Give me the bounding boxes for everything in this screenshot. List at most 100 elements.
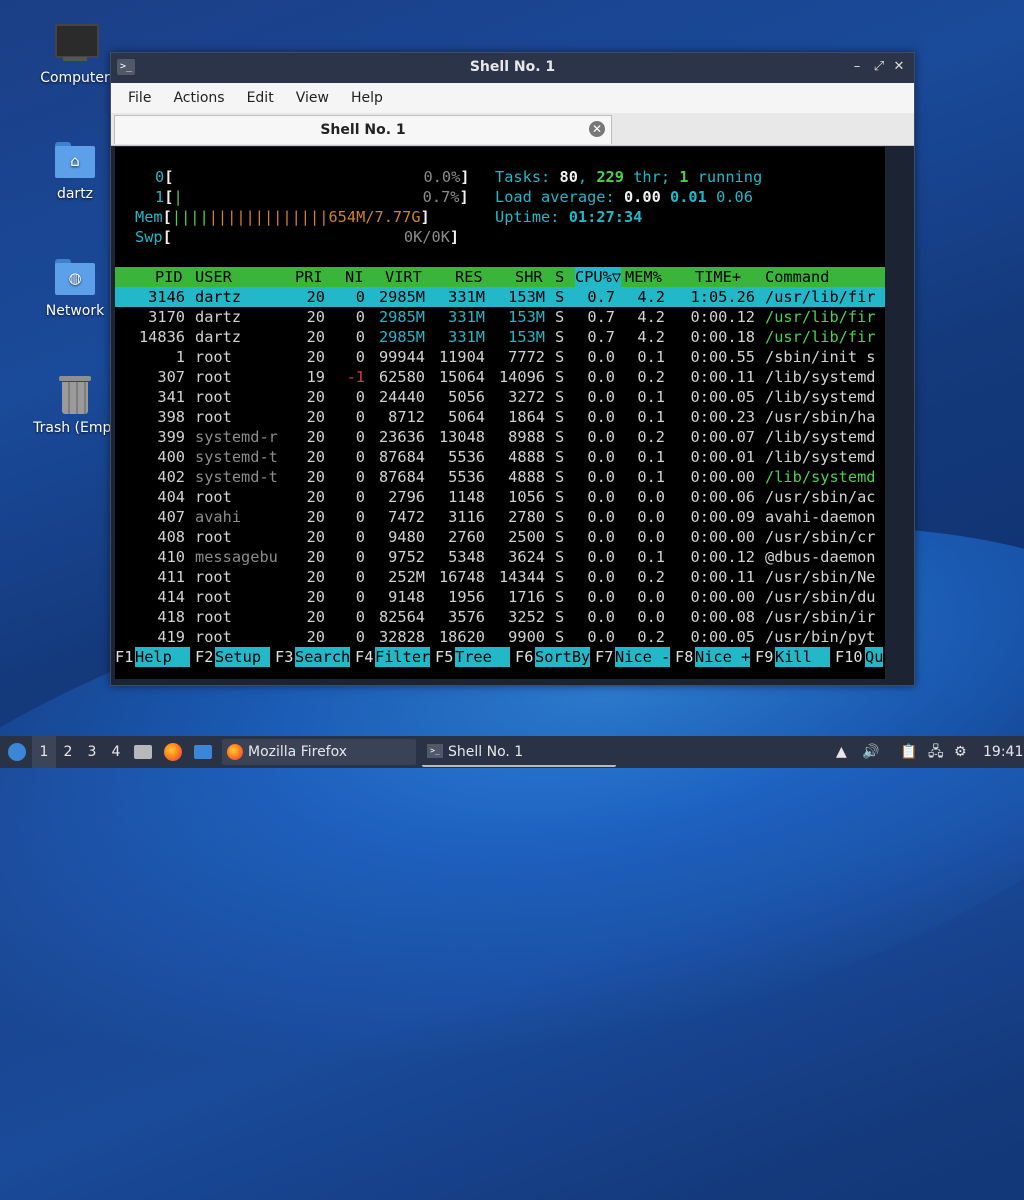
desktop-icon-trash[interactable]: Trash (Empt bbox=[30, 374, 120, 436]
process-row[interactable]: 1 root 20 0 99944 11904 7772 S 0.0 0.1 0:00.55/sbi… bbox=[115, 347, 885, 367]
process-row[interactable]: 419 root 20 0 32828 18620 9900 S 0.0 0.2 0:00.05/u… bbox=[115, 627, 885, 647]
process-row[interactable]: 418 root 20 0 82564 3576 3252 S 0.0 0.0 0:00.08/us… bbox=[115, 607, 885, 627]
swap-label: Swp bbox=[135, 228, 163, 246]
process-row[interactable]: 399 systemd-r 20 0 23636 13048 8988 S 0.0 0.2 0:00… bbox=[115, 427, 885, 447]
process-row[interactable]: 408 root 20 0 9480 2760 2500 S 0.0 0.0 0:00.00/usr… bbox=[115, 527, 885, 547]
show-desktop-launcher[interactable] bbox=[194, 736, 214, 768]
col-ni[interactable]: NI bbox=[345, 267, 363, 287]
cell-s: S bbox=[555, 488, 565, 506]
close-icon[interactable]: ✕ bbox=[891, 59, 907, 75]
cell-virt: 7472 bbox=[388, 508, 425, 526]
cell-res: 331M bbox=[448, 328, 485, 346]
cell-s: S bbox=[555, 308, 565, 326]
task-firefox[interactable]: Mozilla Firefox bbox=[222, 739, 416, 765]
desktop-icon-home-folder[interactable]: ⌂ dartz bbox=[30, 140, 120, 202]
cell-pid: 14836 bbox=[138, 328, 185, 346]
tab-close-icon[interactable]: ✕ bbox=[589, 121, 605, 137]
fkey-label[interactable]: Help bbox=[135, 647, 191, 667]
fkey-label[interactable]: Nice - bbox=[615, 647, 671, 667]
fkey-f2[interactable]: F2 bbox=[195, 647, 213, 667]
cell-cmd: /sbin/init s bbox=[765, 348, 876, 366]
process-row[interactable]: 402 systemd-t 20 0 87684 5536 4888 S 0.0 0.1 0:00.… bbox=[115, 467, 885, 487]
maximize-icon[interactable]: ⤢ bbox=[871, 59, 887, 75]
cell-cpu: 0.0 bbox=[587, 388, 615, 406]
process-row[interactable]: 407 avahi 20 0 7472 3116 2780 S 0.0 0.0 0:00.09 ava… bbox=[115, 507, 885, 527]
menu-view[interactable]: View bbox=[285, 90, 340, 106]
fkey-label[interactable]: Qu bbox=[865, 647, 884, 667]
process-row[interactable]: 14836 dartz 20 0 2985M 331M 153M S 0.7 4.2 0:00.18… bbox=[115, 327, 885, 347]
terminal-area[interactable]: 0[0.0%] 1[| 0.7%] Mem[|||||||||||||||||65… bbox=[115, 147, 885, 679]
clipboard-icon[interactable]: 📋 bbox=[900, 736, 920, 768]
fkey-f5[interactable]: F5 bbox=[435, 647, 453, 667]
cell-virt: 82564 bbox=[378, 608, 425, 626]
cell-virt: 24440 bbox=[378, 388, 425, 406]
workspace-3[interactable]: 3 bbox=[80, 736, 104, 768]
desktop-icon-network[interactable]: ◍ Network bbox=[30, 257, 120, 319]
fkey-label[interactable]: Kill bbox=[775, 647, 831, 667]
tab-shell-1[interactable]: Shell No. 1 ✕ bbox=[114, 115, 612, 144]
menu-help[interactable]: Help bbox=[340, 90, 394, 106]
firefox-launcher[interactable] bbox=[164, 736, 184, 768]
fkey-f8[interactable]: F8 bbox=[675, 647, 693, 667]
workspace-2[interactable]: 2 bbox=[56, 736, 80, 768]
process-row[interactable]: 400 systemd-t 20 0 87684 5536 4888 S 0.0 0.1 0:00.… bbox=[115, 447, 885, 467]
volume-icon[interactable]: 🔊 bbox=[862, 736, 882, 768]
fkey-label[interactable]: Filter bbox=[375, 647, 431, 667]
col-res[interactable]: RES bbox=[455, 267, 483, 287]
col-shr[interactable]: SHR bbox=[515, 267, 543, 287]
cell-s: S bbox=[555, 588, 565, 606]
col-pri[interactable]: PRI bbox=[295, 267, 323, 287]
desktop-icon-computer[interactable]: Computer bbox=[30, 24, 120, 86]
fkey-f9[interactable]: F9 bbox=[755, 647, 773, 667]
workspace-4[interactable]: 4 bbox=[104, 736, 128, 768]
cell-virt: 23636 bbox=[378, 428, 425, 446]
fkey-label[interactable]: Setup bbox=[215, 647, 271, 667]
menu-edit[interactable]: Edit bbox=[236, 90, 285, 106]
cell-mem: 0.0 bbox=[637, 588, 665, 606]
start-menu-button[interactable] bbox=[4, 736, 30, 768]
cell-cmd: /lib/systemd bbox=[765, 368, 876, 386]
workspace-1[interactable]: 1 bbox=[32, 736, 56, 768]
fkey-f7[interactable]: F7 bbox=[595, 647, 613, 667]
col-cpu[interactable]: CPU%▽ bbox=[575, 267, 622, 287]
process-row[interactable]: 341 root 20 0 24440 5056 3272 S 0.0 0.1 0:00.05/li… bbox=[115, 387, 885, 407]
tray-arrow-icon[interactable]: ▲ bbox=[836, 736, 850, 768]
col-mem[interactable]: MEM% bbox=[625, 267, 662, 287]
col-pid[interactable]: PID bbox=[155, 267, 183, 287]
minimize-icon[interactable]: – bbox=[849, 59, 865, 75]
menu-file[interactable]: File bbox=[117, 90, 162, 106]
fkey-f3[interactable]: F3 bbox=[275, 647, 293, 667]
task-shell[interactable]: >_ Shell No. 1 bbox=[422, 739, 616, 767]
fkey-f1[interactable]: F1 bbox=[115, 647, 133, 667]
update-notifier-icon[interactable]: ⚙ bbox=[954, 736, 974, 768]
col-state[interactable]: S bbox=[555, 267, 564, 287]
cell-time: 0:00.05 bbox=[690, 388, 755, 406]
fkey-f10[interactable]: F10 bbox=[835, 647, 863, 667]
process-row[interactable]: 404 root 20 0 2796 1148 1056 S 0.0 0.0 0:00.06/usr… bbox=[115, 487, 885, 507]
cell-pid: 341 bbox=[157, 388, 185, 406]
process-row[interactable]: 3170 dartz 20 0 2985M 331M 153M S 0.7 4.2 0:00.12 /… bbox=[115, 307, 885, 327]
process-row[interactable]: 307 root 19 -1 62580 15064 14096 S 0.0 0.2 0:00.11… bbox=[115, 367, 885, 387]
col-virt[interactable]: VIRT bbox=[385, 267, 422, 287]
col-user[interactable]: USER bbox=[195, 267, 232, 287]
cell-mem: 0.2 bbox=[637, 368, 665, 386]
fkey-label[interactable]: Nice + bbox=[695, 647, 751, 667]
window-titlebar[interactable]: >_ Shell No. 1 – ⤢ ✕ bbox=[111, 53, 914, 83]
lxqt-logo-icon bbox=[8, 743, 26, 761]
fkey-label[interactable]: Search bbox=[295, 647, 351, 667]
file-manager-launcher[interactable] bbox=[134, 736, 154, 768]
col-time[interactable]: TIME+ bbox=[695, 267, 741, 287]
fkey-f6[interactable]: F6 bbox=[515, 647, 533, 667]
process-row[interactable]: 414 root 20 0 9148 1956 1716 S 0.0 0.0 0:00.00/usr… bbox=[115, 587, 885, 607]
process-row[interactable]: 410 messagebu 20 0 9752 5348 3624 S 0.0 0.1 0:00.1… bbox=[115, 547, 885, 567]
process-row[interactable]: 398 root 20 0 8712 5064 1864 S 0.0 0.1 0:00.23/usr… bbox=[115, 407, 885, 427]
clock[interactable]: 19:41 bbox=[983, 736, 1023, 768]
process-row[interactable]: 411 root 20 0 252M 16748 14344 S 0.0 0.2 0:00.11/u… bbox=[115, 567, 885, 587]
fkey-label[interactable]: SortBy bbox=[535, 647, 591, 667]
menu-actions[interactable]: Actions bbox=[162, 90, 235, 106]
process-row[interactable]: 3146 dartz 20 0 2985M 331M 153M S 0.7 4.2 1:05.26 /… bbox=[115, 287, 885, 307]
fkey-f4[interactable]: F4 bbox=[355, 647, 373, 667]
network-icon[interactable]: 🖧 bbox=[928, 736, 948, 768]
col-command[interactable]: Command bbox=[765, 267, 829, 287]
fkey-label[interactable]: Tree bbox=[455, 647, 511, 667]
